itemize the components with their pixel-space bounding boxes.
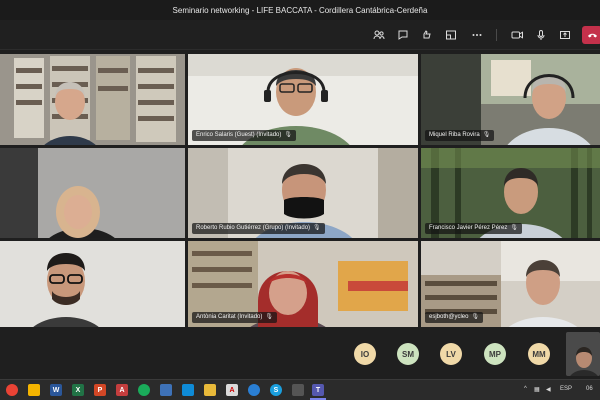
spotify-icon[interactable] (138, 384, 150, 396)
skype-icon[interactable]: S (270, 384, 282, 396)
participant-name-label: Enrico Salaris (Guest) (Invitado) 🎙 (192, 130, 296, 141)
teams-meeting-window: Seminario networking - LIFE BACCATA - Co… (0, 0, 600, 400)
window-title-bar: Seminario networking - LIFE BACCATA - Co… (0, 0, 600, 20)
access-icon[interactable]: A (116, 384, 128, 396)
file-explorer-icon[interactable] (204, 384, 216, 396)
avatar-initials: LV (446, 349, 456, 359)
chrome-icon[interactable] (6, 384, 18, 396)
mic-off-icon: 🎙 (313, 225, 321, 231)
share-icon[interactable] (558, 28, 572, 42)
chat-icon[interactable] (396, 28, 410, 42)
video-tile-5[interactable]: Roberto Rubio Gutiérrez (Grupo) (Invitad… (188, 148, 418, 238)
participant-name-label: Miquel Riba Rovira 🎙 (425, 130, 495, 141)
clock[interactable]: 06 (586, 386, 593, 392)
word-icon[interactable]: W (50, 384, 62, 396)
teams-icon[interactable]: T (312, 384, 324, 396)
camera-icon[interactable] (510, 28, 524, 42)
participant-name-label: esjboth@ycleo 🎙 (425, 312, 484, 323)
participant-name: Enrico Salaris (Guest) (Invitado) (196, 132, 282, 138)
participant-avatar[interactable]: MM (528, 343, 550, 365)
video-tile-1[interactable] (0, 54, 185, 145)
video-tile-6[interactable]: Francisco Javier Pérez Pérez 🎙 (421, 148, 600, 238)
video-tile-4[interactable] (0, 148, 185, 238)
mic-off-icon: 🎙 (510, 225, 518, 231)
pdf-icon[interactable]: A (226, 384, 238, 396)
react-icon[interactable] (420, 28, 434, 42)
participant-name: Antònia Caritat (Invitado) (196, 314, 263, 320)
participant-video (0, 54, 185, 145)
avatar-initials: MP (489, 349, 501, 359)
more-icon[interactable] (470, 28, 484, 42)
video-tile-3[interactable]: Miquel Riba Rovira 🎙 (421, 54, 600, 145)
participant-name: Miquel Riba Rovira (429, 132, 480, 138)
browser-icon[interactable] (248, 384, 260, 396)
participant-video (0, 241, 185, 327)
participant-name: Roberto Rubio Gutiérrez (Grupo) (Invitad… (196, 225, 311, 231)
participant-name: Francisco Javier Pérez Pérez (429, 225, 508, 231)
windows-taskbar: W X P A A S T ^ ▦ ◀ ESP 06 (0, 379, 600, 400)
participant-video (0, 148, 185, 238)
powerpoint-icon[interactable]: P (94, 384, 106, 396)
participant-avatar[interactable]: LV (440, 343, 462, 365)
self-view-tile[interactable] (566, 332, 600, 376)
outlook-icon[interactable] (160, 384, 172, 396)
language-indicator[interactable]: ESP (560, 386, 572, 392)
participant-avatar[interactable]: MP (484, 343, 506, 365)
meeting-toolbar (0, 20, 600, 50)
mic-icon[interactable] (534, 28, 548, 42)
video-tile-7[interactable] (0, 241, 185, 327)
mic-off-icon: 🎙 (482, 132, 491, 138)
excel-icon[interactable]: X (72, 384, 84, 396)
mic-off-icon: 🎙 (265, 314, 273, 320)
video-tile-8[interactable]: Antònia Caritat (Invitado) 🎙 (188, 241, 418, 327)
participant-name-label: Antònia Caritat (Invitado) 🎙 (192, 312, 277, 323)
leave-icon (587, 33, 597, 38)
participant-name-label: Roberto Rubio Gutiérrez (Grupo) (Invitad… (192, 223, 325, 234)
video-tile-9[interactable]: esjboth@ycleo 🎙 (421, 241, 600, 327)
people-icon[interactable] (372, 28, 386, 42)
avatar-initials: SM (402, 349, 414, 359)
self-video (566, 332, 600, 376)
mic-off-icon: 🎙 (471, 314, 480, 320)
mail-icon[interactable] (182, 384, 194, 396)
app-icon[interactable] (292, 384, 304, 396)
participant-name: esjboth@ycleo (429, 314, 469, 320)
tray-chevron-icon[interactable]: ^ (524, 386, 527, 392)
folder-icon[interactable] (28, 384, 40, 396)
volume-icon[interactable]: ◀ (546, 386, 551, 393)
participant-avatar[interactable]: SM (397, 343, 419, 365)
participant-name-label: Francisco Javier Pérez Pérez 🎙 (425, 223, 522, 234)
video-tile-2[interactable]: Enrico Salaris (Guest) (Invitado) 🎙 (188, 54, 418, 145)
rooms-icon[interactable] (444, 28, 458, 42)
mic-off-icon: 🎙 (284, 132, 292, 138)
network-icon[interactable]: ▦ (534, 386, 540, 393)
participant-avatar[interactable]: IO (354, 343, 376, 365)
window-title: Seminario networking - LIFE BACCATA - Co… (172, 5, 428, 15)
avatar-initials: MM (532, 349, 546, 359)
toolbar-divider (496, 29, 497, 41)
avatar-initials: IO (360, 349, 370, 359)
leave-button[interactable] (582, 26, 600, 44)
